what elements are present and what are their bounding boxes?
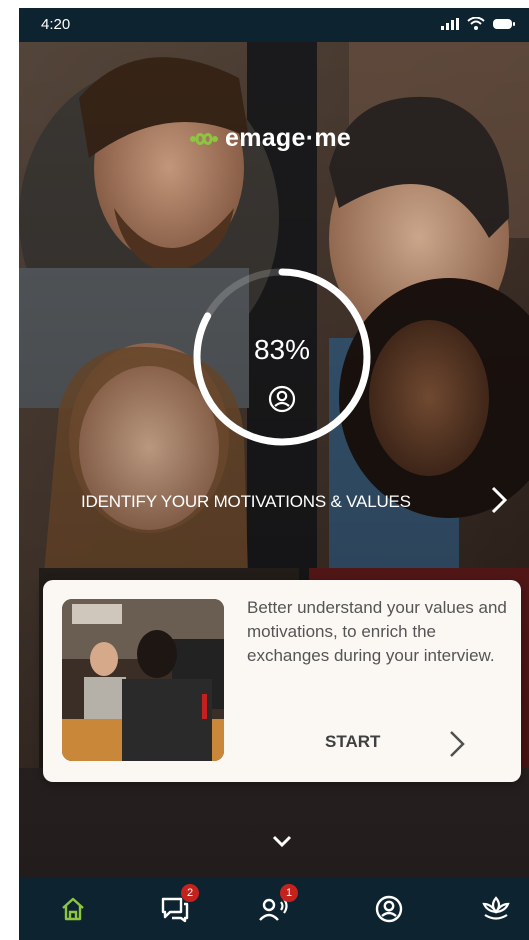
motivations-section-link[interactable]: IDENTIFY YOUR MOTIVATIONS & VALUES [79, 480, 519, 520]
nav-wellbeing[interactable] [476, 893, 516, 925]
logo-text: emage·me [225, 124, 352, 152]
chevron-right-icon[interactable] [449, 730, 465, 758]
nav-messages[interactable]: 2 [155, 884, 199, 925]
lotus-icon [482, 896, 510, 920]
bottom-nav: 2 1 [19, 877, 529, 940]
status-bar: 4:20 [19, 8, 529, 42]
status-time: 4:20 [41, 16, 71, 33]
user-circle-icon [268, 385, 296, 413]
nav-home[interactable] [53, 893, 93, 925]
infinity-logo-icon [190, 132, 218, 145]
battery-icon [493, 18, 515, 29]
home-icon [62, 897, 84, 921]
user-circle-icon [375, 895, 403, 923]
messages-badge: 2 [181, 884, 199, 902]
chevron-right-icon [491, 486, 507, 514]
community-badge: 1 [280, 884, 298, 902]
section-title: IDENTIFY YOUR MOTIVATIONS & VALUES [81, 492, 411, 511]
app-logo: emage·me [189, 124, 351, 153]
card-description: Better understand your values and motiva… [247, 598, 507, 665]
status-icons [441, 17, 515, 30]
start-button[interactable]: START [325, 732, 380, 752]
chevron-down-icon[interactable] [271, 834, 293, 848]
interview-image [62, 599, 224, 761]
intro-card: Better understand your values and motiva… [43, 580, 521, 782]
interview-photo [62, 599, 224, 761]
signal-icon [441, 17, 459, 30]
wifi-icon [467, 17, 485, 30]
progress-percent: 83% [253, 334, 311, 365]
app-screen: 4:20 emage·me 83% IDENTIFY YOUR MOTIVATI… [19, 8, 529, 940]
profile-progress-ring[interactable]: 83% [187, 262, 377, 452]
nav-profile[interactable] [369, 893, 409, 925]
nav-community[interactable]: 1 [254, 884, 298, 925]
